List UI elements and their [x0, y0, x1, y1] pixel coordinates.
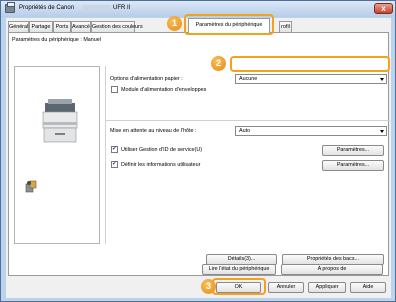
user-info-checkbox[interactable]: ✓ [111, 161, 118, 168]
user-info-label: Définir les informations utilisateur [121, 162, 201, 168]
window-title: Propriétés de Canon [19, 5, 75, 11]
paper-source-highlight [230, 56, 390, 72]
cancel-button[interactable]: Annuler [268, 282, 304, 293]
paper-source-options-value: Aucune [239, 76, 258, 82]
envelope-module-label: Module d'alimentation d'enveloppes [121, 87, 207, 93]
department-id-settings-button[interactable]: Paramètres... [322, 145, 384, 156]
tab-color-management[interactable]: Gestion des couleurs [91, 21, 143, 32]
drawer-handle [55, 133, 65, 135]
properties-window: Propriétés de Canon UFR II x Général Par… [0, 0, 396, 302]
read-device-status-button[interactable]: Lire l'état du périphérique [202, 264, 276, 275]
printer-icon [5, 2, 15, 13]
help-button[interactable]: Aide [350, 282, 386, 293]
paper-source-options-label: Options d'alimentation papier : [110, 76, 183, 82]
output-slot [43, 122, 77, 125]
printer-preview [14, 66, 100, 244]
tab-sharing[interactable]: Partage [29, 21, 53, 32]
obscured-model-name [83, 5, 111, 12]
callout-badge-1: 1 [167, 16, 182, 31]
department-id-label: Utiliser Gestion d'ID de service(U) [121, 147, 203, 153]
callout-badge-2: 2 [211, 56, 226, 71]
tab-profile[interactable]: rofil [279, 21, 292, 32]
ok-button-highlight [212, 278, 266, 295]
tab-general[interactable]: Général [8, 21, 29, 32]
host-spooling-select[interactable]: Auto [235, 126, 387, 136]
envelope-module-checkbox[interactable] [111, 86, 118, 93]
tab-ports[interactable]: Ports [53, 21, 71, 32]
tab-highlight [184, 14, 274, 35]
tab-advanced[interactable]: Avancé [71, 21, 91, 32]
paper-source-options-select[interactable]: Aucune [235, 74, 387, 84]
window-title-variant: UFR II [113, 5, 131, 11]
chevron-down-icon [380, 130, 384, 133]
section-divider [105, 120, 390, 121]
printer-illustration [42, 99, 78, 143]
printer-top [45, 103, 75, 112]
scanner-lid [48, 99, 72, 104]
department-id-checkbox[interactable]: ✓ [111, 146, 118, 153]
panel-heading: Paramètres du périphérique : Manuel [12, 37, 101, 43]
host-spooling-label: Mise en attente au niveau de l'hôte : [110, 128, 197, 134]
host-spooling-value: Auto [239, 128, 251, 134]
user-info-icon [25, 180, 37, 193]
printer-body [42, 111, 78, 129]
user-info-settings-button[interactable]: Paramètres... [322, 160, 384, 171]
preview-separator [105, 66, 106, 244]
callout-badge-3: 3 [201, 279, 216, 294]
close-button[interactable]: x [374, 3, 393, 14]
apply-button[interactable]: Appliquer [308, 282, 346, 293]
about-button[interactable]: A propos de [281, 264, 383, 275]
chevron-down-icon [380, 78, 384, 81]
